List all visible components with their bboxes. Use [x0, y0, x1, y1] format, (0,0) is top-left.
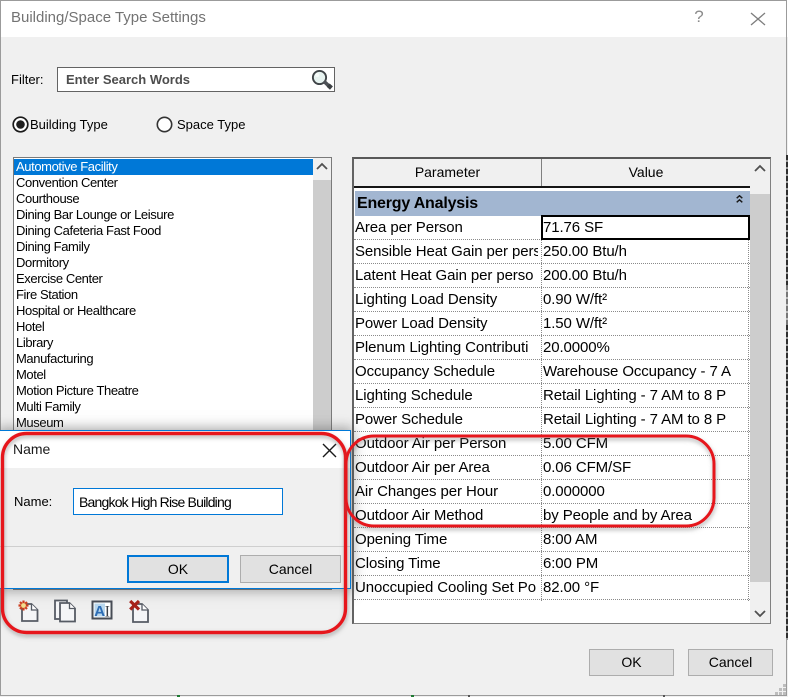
- svg-text:I: I: [105, 603, 110, 620]
- svg-text:A: A: [94, 603, 105, 620]
